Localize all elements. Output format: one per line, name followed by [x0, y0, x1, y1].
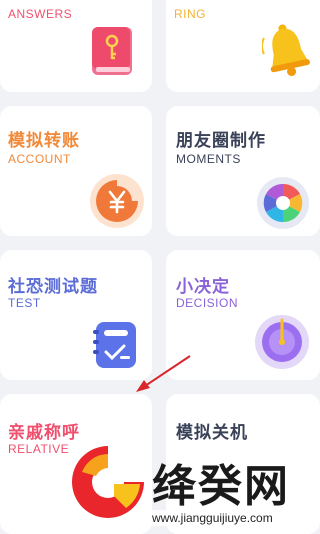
card-subtitle: DECISION [176, 296, 239, 310]
yellow-bell-icon [262, 24, 310, 77]
watermark-url: www.jiangguijiuye.com [148, 510, 277, 526]
card-title: 朋友圈制作 [176, 131, 266, 151]
account-card[interactable]: 模拟转账 ACCOUNT [0, 106, 152, 236]
card-title: 小决定 [176, 277, 230, 297]
answers-card[interactable]: ANSWERS [0, 0, 152, 92]
red-book-key-icon [92, 27, 132, 75]
card-title: 社恐测试题 [8, 277, 98, 297]
card-subtitle: TEST [8, 296, 41, 310]
annotation-arrow [136, 355, 191, 392]
card-title: 模拟转账 [8, 131, 80, 151]
moments-card[interactable]: 朋友圈制作 MOMENTS [166, 106, 320, 236]
watermark-text: 绛癸网 [152, 461, 290, 512]
camera-aperture-icon [257, 177, 309, 229]
yuan-coin-icon [90, 174, 144, 228]
card-subtitle: MOMENTS [176, 152, 241, 166]
watermark: 绛癸网 www.jiangguijiuye.com [52, 438, 320, 530]
card-subtitle: ACCOUNT [8, 152, 71, 166]
test-card[interactable]: 社恐测试题 TEST [0, 250, 152, 380]
watermark-logo-icon [72, 446, 144, 518]
card-subtitle: ANSWERS [8, 7, 73, 21]
card-subtitle: RING [174, 7, 206, 21]
ring-card[interactable]: RING [166, 0, 320, 92]
purple-dial-icon [255, 315, 309, 369]
